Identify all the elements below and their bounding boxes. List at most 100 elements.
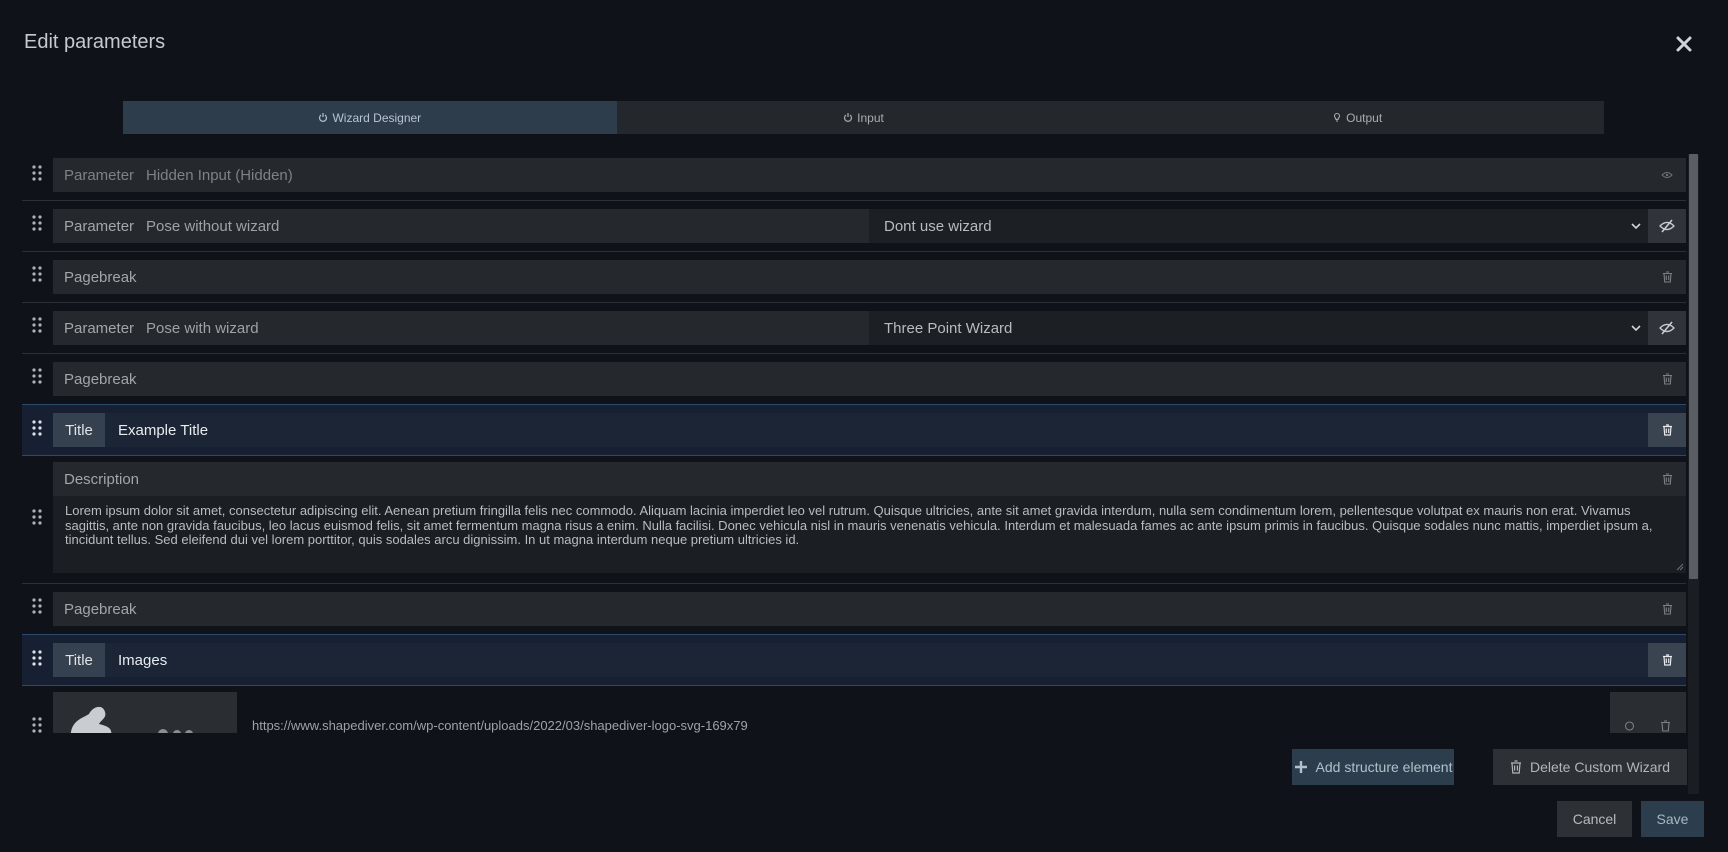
parameter-bar: Parameter Hidden Input (Hidden) [53,158,1686,192]
drag-handle-icon[interactable] [32,509,42,525]
bulb-icon [1334,112,1341,122]
drag-handle-icon[interactable] [32,598,42,614]
close-icon [1676,36,1692,52]
title-bar: Title Images [53,643,1686,677]
row-kind-label: Parameter [64,217,135,235]
title-tag: Title [53,413,105,447]
image-preview [53,692,237,733]
delete-button[interactable] [1648,643,1686,677]
list-item: Description Lorem ipsum dolor sit amet, … [22,454,1686,584]
tab-input[interactable]: Input [617,101,1111,134]
list-item: Title Example Title [22,404,1686,456]
tab-label: Output [1346,110,1383,125]
scrollbar-thumb[interactable] [1689,154,1698,579]
list-item: Title Images [22,634,1686,686]
chevron-down-icon [1631,223,1641,230]
add-structure-element-label: Add structure element [1315,759,1453,775]
list-item: Parameter Pose with wizard Three Point W… [22,302,1686,354]
power-icon [844,113,853,122]
trash-icon [1510,760,1521,774]
pagebreak-bar: Pagebreak [53,362,1686,396]
row-kind-label: Description [64,470,140,488]
eye-slash-icon [1659,321,1675,335]
delete-custom-wizard-button[interactable]: Delete Custom Wizard [1493,749,1687,785]
trash-icon [1662,603,1672,615]
save-button[interactable]: Save [1641,801,1704,837]
eye-slash-icon [1659,219,1675,233]
image-url[interactable]: https://www.shapediver.com/wp-content/up… [252,718,748,733]
tab-label: Input [857,110,884,125]
row-kind-label: Parameter [64,319,135,337]
hide-parameter-button[interactable] [1648,209,1686,243]
description-bar: Description [53,462,1686,496]
parameter-name: Pose with wizard [146,319,259,337]
close-button[interactable] [1672,32,1696,56]
delete-button[interactable] [1648,413,1686,447]
parameter-name: Pose without wizard [146,217,280,235]
list-item: Pagebreak [22,353,1686,405]
trash-icon [1662,473,1672,485]
drag-handle-icon[interactable] [32,165,42,181]
structure-list: Parameter Hidden Input (Hidden) Paramete… [22,154,1700,733]
wizard-select-value: Three Point Wizard [884,319,1013,337]
delete-button[interactable] [1648,462,1686,496]
drag-handle-icon[interactable] [32,266,42,282]
scrollbar[interactable] [1688,154,1699,794]
pagebreak-bar: Pagebreak [53,260,1686,294]
delete-button[interactable] [1648,260,1686,294]
parameter-name: Hidden Input (Hidden) [146,166,293,184]
resize-handle-icon[interactable] [1676,563,1684,571]
row-kind-label: Parameter [64,166,135,184]
list-item: Parameter Pose without wizard Dont use w… [22,200,1686,252]
trash-icon[interactable] [1660,720,1671,732]
pagebreak-bar: Pagebreak [53,592,1686,626]
add-structure-element-button[interactable]: Add structure element [1292,749,1454,785]
drag-handle-icon[interactable] [32,650,42,666]
image-actions [1610,692,1686,733]
drag-handle-icon[interactable] [32,317,42,333]
tab-label: Wizard Designer [332,110,422,125]
drag-handle-icon[interactable] [32,420,42,436]
list-item: https://www.shapediver.com/wp-content/up… [22,684,1686,733]
hide-parameter-button[interactable] [1648,311,1686,345]
drag-handle-icon[interactable] [32,368,42,384]
shapediver-logo-icon [70,707,193,733]
list-item: Pagebreak [22,251,1686,303]
parameter-bar: Parameter Pose with wizard Three Point W… [53,311,1686,345]
chevron-down-icon [1631,325,1641,332]
delete-custom-wizard-label: Delete Custom Wizard [1529,759,1671,775]
trash-icon [1662,424,1672,436]
row-kind-label: Pagebreak [64,268,137,286]
delete-button[interactable] [1648,592,1686,626]
wizard-select[interactable]: Dont use wizard [869,209,1648,243]
row-kind-label: Pagebreak [64,370,137,388]
title-text[interactable]: Example Title [105,422,1648,439]
list-item: Pagebreak [22,583,1686,635]
title-tag: Title [53,643,105,677]
parameter-bar: Parameter Pose without wizard Dont use w… [53,209,1686,243]
title-text[interactable]: Images [105,652,1648,669]
tab-bar: Wizard Designer Input Output [123,101,1604,134]
tab-wizard-designer[interactable]: Wizard Designer [123,101,617,134]
wizard-select[interactable]: Three Point Wizard [869,311,1648,345]
description-textarea[interactable]: Lorem ipsum dolor sit amet, consectetur … [53,496,1686,573]
list-item: Parameter Hidden Input (Hidden) [22,154,1686,201]
cancel-button[interactable]: Cancel [1557,801,1632,837]
parameter-info: Parameter Pose with wizard [53,311,869,345]
edit-icon[interactable] [1624,720,1635,732]
drag-handle-icon[interactable] [32,717,42,733]
parameter-info: Parameter Pose without wizard [53,209,869,243]
visibility-button[interactable] [1648,158,1686,192]
description-text: Lorem ipsum dolor sit amet, consectetur … [65,503,1653,547]
trash-icon [1662,373,1672,385]
drag-handle-icon[interactable] [32,215,42,231]
tab-output[interactable]: Output [1110,101,1604,134]
wizard-select-value: Dont use wizard [884,217,992,235]
title-bar: Title Example Title [53,413,1686,447]
delete-button[interactable] [1648,362,1686,396]
trash-icon [1662,654,1672,666]
plus-icon [1294,761,1307,773]
trash-icon [1662,271,1672,283]
row-kind-label: Pagebreak [64,600,137,618]
power-icon [319,113,328,122]
